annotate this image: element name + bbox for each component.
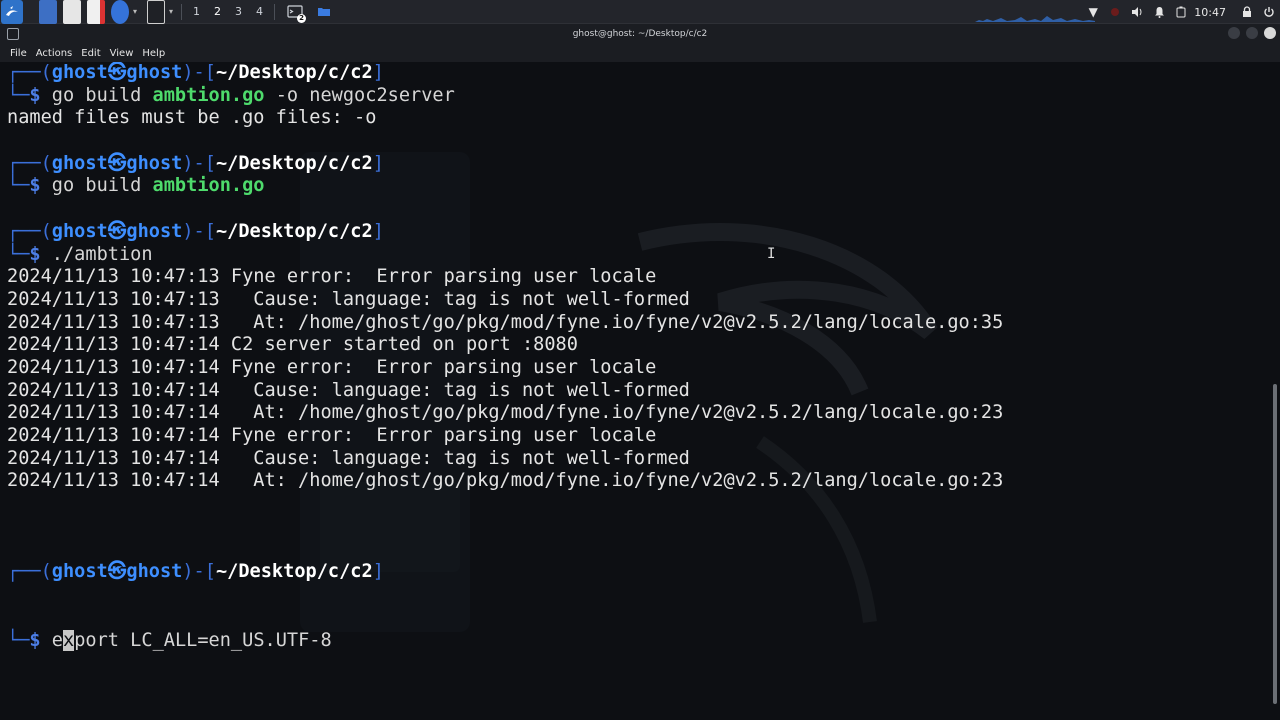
window-titlebar[interactable]: ghost@ghost: ~/Desktop/c/c2: [0, 24, 1280, 44]
prompt-user: ghost: [51, 220, 108, 242]
command-token: go build: [51, 84, 153, 106]
command-token: -o newgoc2server: [264, 84, 455, 106]
command-line: └─$ ./ambtion: [7, 243, 153, 265]
battery-icon[interactable]: [1170, 0, 1192, 24]
output-line: 2024/11/13 10:47:13 Cause: language: tag…: [7, 288, 690, 310]
network-graph: [975, 16, 1095, 22]
output-line: 2024/11/13 10:47:14 Cause: language: tag…: [7, 379, 690, 401]
command-token: ambtion.go: [152, 175, 265, 197]
output-line: 2024/11/13 10:47:14 C2 server started on…: [7, 334, 578, 356]
window-title: ghost@ghost: ~/Desktop/c/c2: [572, 29, 708, 39]
prompt-host: ghost: [126, 152, 183, 174]
prompt-path: ~/Desktop/c/c2: [215, 561, 373, 583]
output-line: 2024/11/13 10:47:14 Cause: language: tag…: [7, 447, 690, 469]
input-text-after: port LC_ALL=en_US.UTF-8: [74, 629, 332, 651]
output-line: named files must be .go files: -o: [7, 107, 377, 129]
workspace-3[interactable]: 3: [228, 0, 249, 24]
close-button[interactable]: [1264, 27, 1276, 39]
command-token: ./ambtion: [51, 243, 153, 265]
workspace-4[interactable]: 4: [249, 0, 270, 24]
prompt-line: ┌──(ghost㉿ghost)-[~/Desktop/c/c2]: [7, 220, 384, 242]
volume-icon[interactable]: [1126, 0, 1148, 24]
top-panel: ▾ ▾ 1 2 3 4 2 ▼ 10:47: [0, 0, 1280, 24]
prompt-host: ghost: [126, 561, 183, 583]
power-icon[interactable]: [1258, 0, 1280, 24]
kali-menu-icon[interactable]: [1, 0, 23, 24]
prompt-path: ~/Desktop/c/c2: [215, 220, 373, 242]
menu-file[interactable]: File: [10, 48, 27, 59]
menu-actions[interactable]: Actions: [36, 48, 73, 59]
workspace-1[interactable]: 1: [186, 0, 207, 24]
command-token: go build: [51, 175, 153, 197]
files-icon[interactable]: [63, 0, 81, 24]
output-line: 2024/11/13 10:47:13 At: /home/ghost/go/p…: [7, 311, 1004, 333]
output-line: 2024/11/13 10:47:14 Fyne error: Error pa…: [7, 356, 657, 378]
clock[interactable]: 10:47: [1194, 6, 1226, 19]
prompt-line: ┌──(ghost㉿ghost)-[~/Desktop/c/c2]: [7, 62, 384, 83]
window-menu-icon[interactable]: [7, 28, 19, 40]
text-editor-icon[interactable]: [87, 0, 105, 24]
command-line: └─$ go build ambtion.go -o newgoc2server: [7, 84, 455, 106]
terminal-area[interactable]: ┌──(ghost㉿ghost)-[~/Desktop/c/c2] └─$ go …: [0, 62, 1280, 720]
task-badge: 2: [297, 13, 306, 23]
prompt-line: ┌──(ghost㉿ghost)-[~/Desktop/c/c2]: [7, 152, 384, 174]
prompt-host: ghost: [126, 220, 183, 242]
prompt-dollar: $: [29, 84, 41, 106]
menu-view[interactable]: View: [110, 48, 134, 59]
input-text-before: e: [51, 629, 63, 651]
terminal-output: ┌──(ghost㉿ghost)-[~/Desktop/c/c2] └─$ go …: [7, 62, 1003, 516]
network-icon[interactable]: ▼: [1082, 0, 1104, 24]
browser-icon[interactable]: [111, 0, 129, 24]
prompt-user: ghost: [51, 62, 108, 83]
folder-task-button[interactable]: [313, 0, 335, 24]
prompt-user: ghost: [51, 152, 108, 174]
menu-bar: File Actions Edit View Help: [0, 44, 1280, 62]
text-cursor: x: [63, 629, 75, 651]
workspace-2[interactable]: 2: [207, 0, 228, 24]
terminal-icon[interactable]: [147, 0, 165, 24]
scrollbar[interactable]: [1273, 384, 1277, 704]
prompt-dollar: $: [29, 175, 41, 197]
record-icon: [1104, 0, 1126, 24]
menu-edit[interactable]: Edit: [81, 48, 100, 59]
output-line: 2024/11/13 10:47:14 Fyne error: Error pa…: [7, 425, 657, 446]
prompt-host: ghost: [126, 62, 183, 83]
prompt-user: ghost: [51, 561, 108, 583]
prompt-dollar: $: [29, 243, 41, 265]
prompt-dollar: $: [29, 629, 41, 651]
menu-help[interactable]: Help: [142, 48, 165, 59]
bell-icon[interactable]: [1148, 0, 1170, 24]
command-line: └─$ go build ambtion.go: [7, 175, 265, 197]
output-line: 2024/11/13 10:47:13 Fyne error: Error pa…: [7, 266, 657, 288]
current-prompt[interactable]: ┌──(ghost㉿ghost)-[~/Desktop/c/c2] └─$ ex…: [7, 516, 384, 698]
output-line: 2024/11/13 10:47:14 At: /home/ghost/go/p…: [7, 470, 1004, 492]
output-line: 2024/11/13 10:47:14 At: /home/ghost/go/p…: [7, 402, 1004, 424]
maximize-button[interactable]: [1246, 27, 1258, 39]
minimize-button[interactable]: [1228, 27, 1240, 39]
command-token: ambtion.go: [152, 84, 265, 106]
prompt-path: ~/Desktop/c/c2: [215, 152, 373, 174]
terminal-task-button[interactable]: 2: [285, 0, 307, 24]
desktop-icon[interactable]: [39, 0, 57, 24]
lock-icon[interactable]: [1236, 0, 1258, 24]
prompt-path: ~/Desktop/c/c2: [215, 62, 373, 83]
mouse-ibeam-icon: I: [767, 246, 776, 262]
